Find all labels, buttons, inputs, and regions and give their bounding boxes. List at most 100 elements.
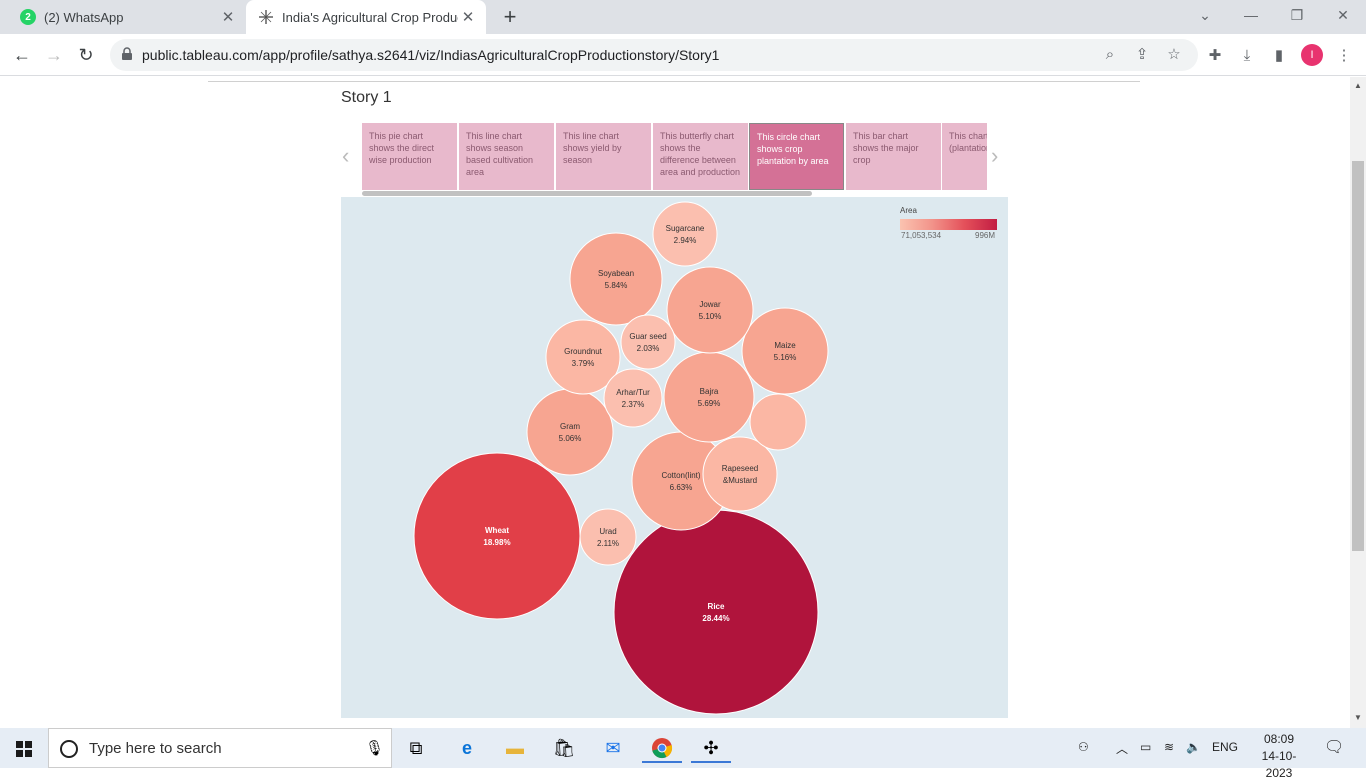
- bubble-rice[interactable]: Rice 28.44%: [613, 509, 819, 715]
- back-button[interactable]: ←: [7, 40, 37, 70]
- mail-icon[interactable]: ✉: [593, 733, 633, 763]
- bubble-value-label: 2.37%: [622, 400, 645, 409]
- language-indicator[interactable]: ENG: [1212, 740, 1238, 754]
- story-point-6[interactable]: This bar chart shows the major crop: [846, 123, 941, 190]
- notifications-icon[interactable]: 🗨: [1324, 737, 1344, 757]
- bubble-jowar[interactable]: Jowar 5.10%: [666, 266, 754, 354]
- bubble-circle[interactable]: [663, 351, 755, 443]
- bubble-chart: Rice 28.44% Wheat 18.98% Cotton(lint) 6.63% So…: [341, 197, 1008, 718]
- file-explorer-icon[interactable]: ▬: [495, 733, 535, 763]
- people-icon[interactable]: ⚇: [1078, 740, 1089, 754]
- bubble-value-label: 6.63%: [670, 483, 693, 492]
- bubble-circle[interactable]: [702, 436, 778, 512]
- bubble-circle[interactable]: [613, 509, 819, 715]
- bubble-unlabeled[interactable]: [749, 393, 807, 451]
- tab-title: (2) WhatsApp: [44, 9, 124, 25]
- tab-search-icon[interactable]: ⌄: [1182, 0, 1228, 30]
- download-icon[interactable]: ⤓: [1236, 45, 1258, 67]
- windows-start-icon[interactable]: [0, 728, 48, 768]
- bubble-rapeseed-mustard[interactable]: Rapeseed&Mustard: [702, 436, 778, 512]
- bubble-bajra[interactable]: Bajra 5.69%: [663, 351, 755, 443]
- story-point-4[interactable]: This butterfly chart shows the differenc…: [653, 123, 748, 190]
- bubble-circle[interactable]: [603, 368, 663, 428]
- story-title: Story 1: [341, 89, 392, 106]
- bubble-wheat[interactable]: Wheat 18.98%: [413, 452, 581, 620]
- bubble-circle[interactable]: [741, 307, 829, 395]
- bubble-gram[interactable]: Gram 5.06%: [526, 388, 614, 476]
- edge-icon[interactable]: e: [447, 733, 487, 763]
- chevron-right-icon[interactable]: ›: [991, 143, 998, 169]
- chevron-left-icon[interactable]: ‹: [342, 143, 349, 169]
- reload-button[interactable]: ↻: [71, 40, 101, 70]
- battery-icon[interactable]: ▭: [1140, 740, 1151, 754]
- chrome-logo: [652, 738, 673, 759]
- chrome-icon[interactable]: [642, 733, 682, 763]
- story-point-2[interactable]: This line chart shows season based culti…: [459, 123, 554, 190]
- side-panel-icon[interactable]: ▮: [1268, 45, 1290, 67]
- tab-whatsapp[interactable]: 2 (2) WhatsApp ✕: [8, 0, 246, 34]
- menu-icon[interactable]: ⋮: [1333, 45, 1355, 67]
- bubble-circle[interactable]: [620, 314, 676, 370]
- scrollbar-thumb[interactable]: [1352, 161, 1364, 551]
- bookmark-star-icon[interactable]: ☆: [1164, 45, 1184, 65]
- share-icon[interactable]: ⇪: [1132, 45, 1152, 65]
- close-icon[interactable]: ✕: [458, 8, 478, 26]
- bubble-circle[interactable]: [666, 266, 754, 354]
- profile-avatar[interactable]: I: [1301, 44, 1323, 66]
- bubble-circle[interactable]: [579, 508, 637, 566]
- whatsapp-icon: 2: [20, 9, 36, 25]
- extensions-icon[interactable]: ✚: [1204, 45, 1226, 67]
- bubble-circle[interactable]: [526, 388, 614, 476]
- divider: [208, 81, 1140, 82]
- restore-button[interactable]: ❐: [1274, 0, 1320, 30]
- legend-gradient: [900, 219, 997, 230]
- bubble-name-label: Maize: [774, 341, 796, 350]
- bubble-soyabean[interactable]: Soyabean 5.84%: [569, 232, 663, 326]
- new-tab-button[interactable]: +: [497, 4, 523, 30]
- task-view-icon[interactable]: ⧉: [396, 733, 436, 763]
- lock-icon: [122, 47, 132, 60]
- page-scrollbar[interactable]: ▲ ▼: [1350, 77, 1366, 728]
- story-point-7[interactable]: This chart the crop (plantation count): [942, 123, 987, 190]
- close-window-button[interactable]: ✕: [1320, 0, 1366, 30]
- bubble-maize[interactable]: Maize 5.16%: [741, 307, 829, 395]
- bubble-name-label: Wheat: [485, 526, 509, 535]
- scroll-down-icon[interactable]: ▼: [1354, 713, 1362, 722]
- bubble-circle[interactable]: [413, 452, 581, 620]
- bubble-circle[interactable]: [569, 232, 663, 326]
- taskbar-search[interactable]: Type here to search 🎙: [48, 728, 392, 768]
- bubble-circle[interactable]: [749, 393, 807, 451]
- zoom-icon[interactable]: ⌕: [1100, 45, 1120, 65]
- story-point-5[interactable]: This circle chart shows crop plantation …: [749, 123, 844, 190]
- store-icon[interactable]: 🛍: [544, 733, 584, 763]
- story-point-1[interactable]: This pie chart shows the direct wise pro…: [362, 123, 457, 190]
- bubble-name-label: Groundnut: [564, 347, 603, 356]
- tableau-icon: [259, 10, 273, 24]
- color-legend: Area 71,053,534 996M: [900, 206, 1000, 240]
- tableau-app-icon[interactable]: ✣: [691, 733, 731, 763]
- microphone-icon[interactable]: 🎙: [365, 739, 384, 757]
- minimize-button[interactable]: —: [1228, 0, 1274, 30]
- bubble-value-label: 5.69%: [698, 399, 721, 408]
- address-bar[interactable]: public.tableau.com/app/profile/sathya.s2…: [110, 39, 1198, 71]
- clock[interactable]: 08:09 14-10-2023: [1250, 731, 1308, 782]
- story-point-3[interactable]: This line chart shows yield by season: [556, 123, 651, 190]
- bubble-name-label: Jowar: [699, 300, 721, 309]
- bubble-name-label: Cotton(lint): [661, 471, 700, 480]
- tab-tableau[interactable]: India's Agricultural Crop Product ✕: [246, 0, 486, 34]
- scroll-up-icon[interactable]: ▲: [1354, 81, 1362, 90]
- story-scrollbar[interactable]: [362, 191, 812, 196]
- clock-date: 14-10-2023: [1261, 749, 1297, 780]
- volume-icon[interactable]: 🔈: [1186, 740, 1201, 754]
- bubble-sugarcane[interactable]: Sugarcane 2.94%: [652, 201, 718, 267]
- bubble-urad[interactable]: Urad 2.11%: [579, 508, 637, 566]
- chevron-up-icon[interactable]: ︿: [1116, 740, 1128, 757]
- close-icon[interactable]: ✕: [218, 8, 238, 26]
- bubble-arhar-tur[interactable]: Arhar/Tur 2.37%: [603, 368, 663, 428]
- bubble-guar-seed[interactable]: Guar seed 2.03%: [620, 314, 676, 370]
- bubble-value-label: 28.44%: [702, 614, 729, 623]
- search-placeholder: Type here to search: [89, 740, 222, 757]
- bubble-circle[interactable]: [652, 201, 718, 267]
- forward-button[interactable]: →: [39, 40, 69, 70]
- wifi-icon[interactable]: ≋: [1164, 740, 1174, 754]
